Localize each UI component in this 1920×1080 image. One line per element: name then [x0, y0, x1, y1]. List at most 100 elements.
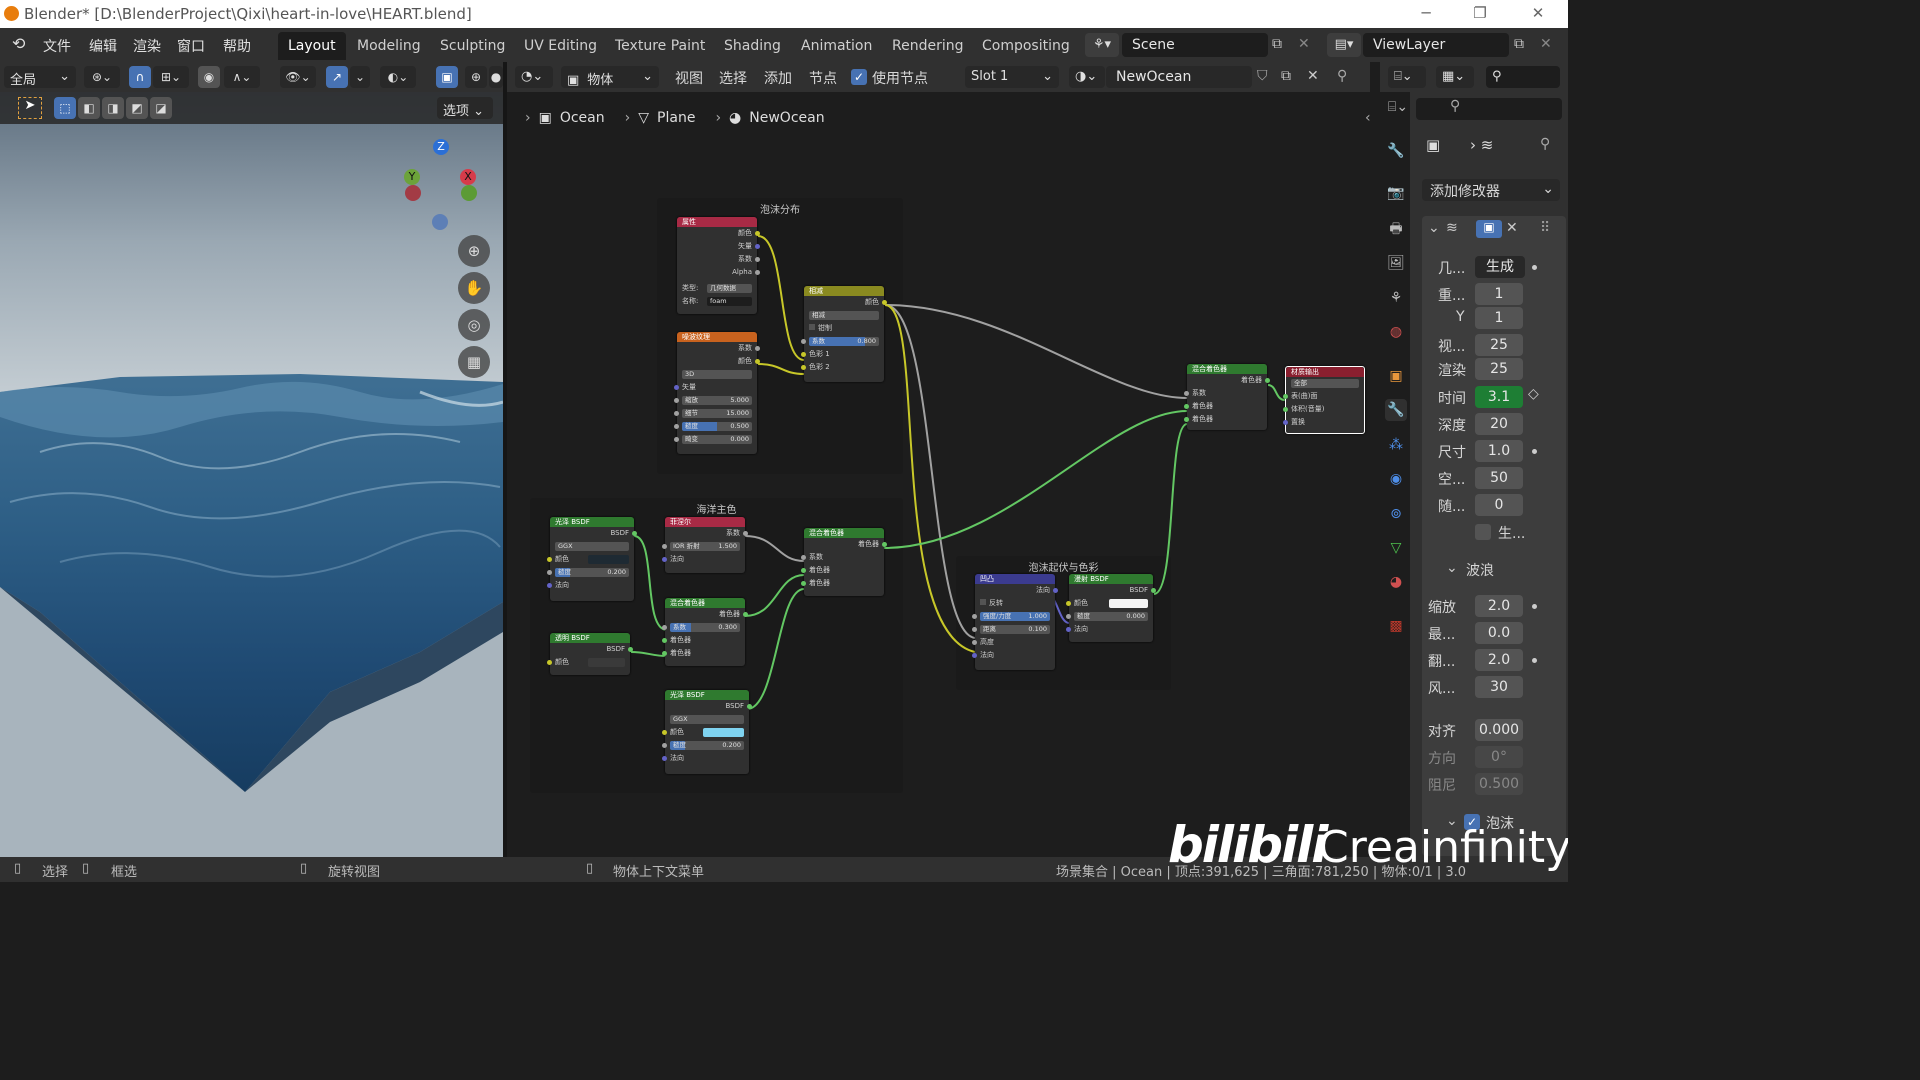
scene-name-field[interactable]: Scene: [1122, 33, 1268, 57]
scene-tab-icon[interactable]: ⚘: [1385, 287, 1407, 309]
3d-viewport[interactable]: Z Y X ⊕ ✋ ◎ ▦: [0, 92, 503, 857]
select-subtract-mode-icon[interactable]: ◨: [102, 97, 124, 119]
node-noise-texture[interactable]: 噪波纹理 系数 颜色 3D 矢量 缩放 5.000 细节 15.000 糙度 0.50…: [674, 332, 760, 454]
solid-shading-icon[interactable]: ●: [489, 66, 503, 88]
visibility-icon[interactable]: 👁⌄: [280, 66, 316, 88]
modifier-tab-icon[interactable]: 🔧: [1385, 399, 1407, 421]
generate-normals-row[interactable]: 生...: [1420, 521, 1560, 543]
socket-height-in[interactable]: 高度: [972, 636, 1055, 649]
menu-render[interactable]: 渲染: [133, 36, 161, 56]
material-browse-icon[interactable]: ◑⌄: [1069, 66, 1105, 88]
socket-color-in[interactable]: 颜色: [547, 656, 630, 669]
pin-icon[interactable]: ⚲: [1337, 68, 1347, 84]
socket-fac-in[interactable]: 系数: [1184, 387, 1267, 400]
pan-hand-icon[interactable]: ✋: [458, 272, 490, 304]
wave-scale-row[interactable]: 缩放 2.0: [1420, 595, 1560, 617]
attribute-name-row[interactable]: 名称: foam: [677, 295, 757, 308]
gizmo-y-axis[interactable]: Y: [404, 169, 420, 185]
node-material-output[interactable]: 材质输出 全部 表(曲)面 体积(音量) 置换: [1283, 366, 1365, 434]
object-shader-type-dropdown[interactable]: ▣ 物体 ⌄: [561, 66, 659, 88]
blend-mode-dropdown[interactable]: 相减: [804, 309, 884, 322]
use-nodes-checkbox[interactable]: ✓: [851, 69, 867, 85]
drag-handle-icon[interactable]: ⠿: [1540, 220, 1550, 236]
damping-row[interactable]: 阻尼 0.500: [1420, 773, 1560, 795]
glossy-roughness-field[interactable]: 糙度 0.200: [547, 566, 634, 579]
bump-distance-field[interactable]: 距离 0.100: [972, 623, 1055, 636]
node-mix-subtract[interactable]: 相减 颜色 相减 钳制 系数 0.800 色彩 1 色彩 2: [801, 286, 887, 382]
socket-color-in[interactable]: 颜色: [547, 553, 634, 566]
zoom-icon[interactable]: ⊕: [458, 235, 490, 267]
select-invert-mode-icon[interactable]: ◩: [126, 97, 148, 119]
node-fresnel[interactable]: 菲涅尔 系数 IOR 折射 1.500 法向: [662, 517, 748, 573]
xray-icon[interactable]: ▣: [436, 66, 458, 88]
gizmo-neg-z-axis[interactable]: [432, 214, 448, 230]
socket-bsdf-out[interactable]: BSDF: [550, 527, 637, 540]
falloff-icon[interactable]: ∧⌄: [224, 66, 260, 88]
material-tab-icon[interactable]: ◕: [1385, 571, 1407, 593]
socket-fac-out[interactable]: 系数: [677, 253, 760, 266]
distribution-dropdown[interactable]: GGX: [665, 713, 749, 726]
noise-detail-field[interactable]: 细节 15.000: [674, 407, 757, 420]
select-box-mode-icon[interactable]: ⬚: [54, 97, 76, 119]
node-mix-shader-2[interactable]: 混合着色器 着色器 系数 着色器 着色器: [801, 528, 887, 596]
material-slot-dropdown[interactable]: Slot 1 ⌄: [965, 66, 1059, 88]
socket-fac-out[interactable]: 系数: [665, 527, 748, 540]
bump-strength-field[interactable]: 强度/力度 1.000: [972, 610, 1055, 623]
tab-compositing[interactable]: Compositing: [972, 32, 1080, 60]
tool-tab-icon[interactable]: 🔧: [1385, 140, 1407, 162]
socket-fac-in[interactable]: 系数: [801, 551, 884, 564]
node-glossy-bsdf[interactable]: 光泽 BSDF BSDF GGX 颜色 糙度 0.200 法向: [547, 517, 637, 601]
render-tab-icon[interactable]: 📷: [1385, 182, 1407, 204]
close-icon[interactable]: ✕: [1528, 4, 1548, 22]
spatial-size-row[interactable]: 空... 50: [1420, 467, 1560, 489]
direction-row[interactable]: 方向 0°: [1420, 746, 1560, 768]
constraints-tab-icon[interactable]: ⊚: [1385, 503, 1407, 525]
minimize-icon[interactable]: ─: [1416, 4, 1436, 22]
delete-scene-icon[interactable]: ✕: [1298, 36, 1310, 52]
pivot-point-icon[interactable]: ⊛⌄: [84, 66, 120, 88]
socket-displacement-in[interactable]: 置换: [1283, 416, 1364, 429]
socket-fac-out[interactable]: 系数: [677, 342, 760, 355]
socket-shader2-in[interactable]: 着色器: [662, 647, 745, 660]
node-glossy-bsdf-2[interactable]: 光泽 BSDF BSDF GGX 颜色 糙度 0.200 法向: [662, 690, 752, 774]
socket-shader2-in[interactable]: 着色器: [801, 577, 884, 590]
data-tab-icon[interactable]: ▽: [1385, 537, 1407, 559]
outliner-search-field[interactable]: ⚲: [1486, 66, 1560, 88]
add-modifier-dropdown[interactable]: 添加修改器 ⌄: [1422, 179, 1560, 201]
edit-mode-toggle-icon[interactable]: ▣: [1476, 220, 1502, 238]
socket-shader-out[interactable]: 着色器: [1187, 374, 1270, 387]
material-name-field[interactable]: NewOcean: [1106, 66, 1252, 88]
area-divider[interactable]: [1370, 62, 1380, 857]
socket-color-out[interactable]: 颜色: [677, 355, 760, 368]
gizmo-neg-y-axis[interactable]: [461, 185, 477, 201]
attribute-type-row[interactable]: 类型: 几何数据: [677, 282, 757, 295]
node-menu-node[interactable]: 节点: [809, 68, 837, 88]
scene-selector-icon[interactable]: ⚘▾: [1085, 33, 1119, 57]
socket-shader-out[interactable]: 着色器: [665, 608, 748, 621]
output-target-dropdown[interactable]: 全部: [1286, 377, 1364, 390]
tab-rendering[interactable]: Rendering: [882, 32, 974, 60]
output-tab-icon[interactable]: 🖶: [1385, 218, 1407, 240]
remove-modifier-icon[interactable]: ✕: [1506, 220, 1518, 236]
tab-modeling[interactable]: Modeling: [347, 32, 431, 60]
socket-normal-in[interactable]: 法向: [547, 579, 634, 592]
menu-edit[interactable]: 编辑: [89, 36, 117, 56]
menu-help[interactable]: 帮助: [223, 36, 251, 56]
socket-normal-in[interactable]: 法向: [972, 649, 1055, 662]
node-mix-shader-1[interactable]: 混合着色器 着色器 系数 0.300 着色器 着色器: [662, 598, 748, 666]
delete-viewlayer-icon[interactable]: ✕: [1540, 36, 1552, 52]
invert-checkbox[interactable]: 反转: [975, 597, 1055, 610]
waves-subpanel-header[interactable]: ⌄ 波浪: [1420, 558, 1560, 580]
node-menu-view[interactable]: 视图: [675, 68, 703, 88]
node-attribute[interactable]: 属性 颜色 矢量 系数 Alpha 类型: 几何数据 名称: foam: [677, 217, 760, 314]
select-extend-mode-icon[interactable]: ◧: [78, 97, 100, 119]
overlay-icon[interactable]: ◐⌄: [380, 66, 416, 88]
camera-view-icon[interactable]: ◎: [458, 309, 490, 341]
new-viewlayer-icon[interactable]: ⧉: [1514, 36, 1524, 52]
time-row[interactable]: 时间 3.1 ◇: [1420, 386, 1560, 408]
viewport-resolution-row[interactable]: 视... 25: [1420, 334, 1560, 356]
tab-texture-paint[interactable]: Texture Paint: [605, 32, 715, 60]
node-transparent-bsdf[interactable]: 透明 BSDF BSDF 颜色: [547, 633, 633, 675]
new-scene-icon[interactable]: ⧉: [1272, 36, 1282, 52]
physics-tab-icon[interactable]: ◉: [1385, 468, 1407, 490]
